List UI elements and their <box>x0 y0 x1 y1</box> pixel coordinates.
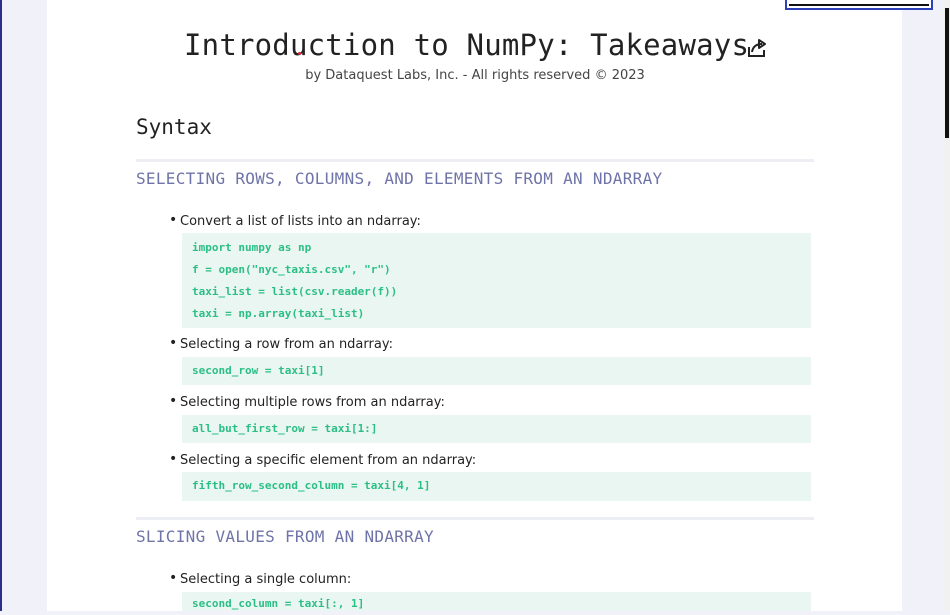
code-line: second_row = taxi[1] <box>192 364 325 377</box>
bullet-marker: • <box>169 212 178 228</box>
list-item-text: Selecting a specific element from an nda… <box>180 453 477 468</box>
bullet-marker: • <box>169 335 178 351</box>
code-line: second_column = taxi[:, 1] <box>192 597 365 610</box>
code-block: fifth_row_second_column = taxi[4, 1] <box>182 472 811 501</box>
syntax-heading: Syntax <box>136 115 212 139</box>
section-divider <box>136 159 814 162</box>
code-block: second_row = taxi[1] <box>182 357 811 385</box>
code-line: fifth_row_second_column = taxi[4, 1] <box>192 479 431 492</box>
list-item-text: Selecting multiple rows from an ndarray: <box>180 395 445 410</box>
bullet-marker: • <box>169 451 178 467</box>
bullet-marker: • <box>169 393 178 409</box>
code-block: all_but_first_row = taxi[1:] <box>182 415 811 443</box>
bullet-marker: • <box>169 570 178 586</box>
code-line: taxi = np.array(taxi_list) <box>192 307 365 320</box>
code-line: import numpy as np <box>192 241 312 254</box>
list-item-text: Selecting a single column: <box>180 572 352 587</box>
code-block: second_column = taxi[:, 1] <box>182 592 811 611</box>
window-edge <box>0 0 2 611</box>
code-line: f = open("nyc_taxis.csv", "r") <box>192 263 391 276</box>
code-block: import numpy as np f = open("nyc_taxis.c… <box>182 233 811 328</box>
top-right-box[interactable] <box>785 0 933 10</box>
list-item-text: Convert a list of lists into an ndarray: <box>180 214 421 229</box>
cursor-dot <box>298 52 301 55</box>
section-heading: SELECTING ROWS, COLUMNS, AND ELEMENTS FR… <box>136 169 663 188</box>
page-title: Introduction to NumPy: Takeaways <box>184 28 750 62</box>
section-divider <box>136 517 814 520</box>
section-heading: SLICING VALUES FROM AN NDARRAY <box>136 527 434 546</box>
share-icon[interactable] <box>746 37 768 59</box>
list-item-text: Selecting a row from an ndarray: <box>180 337 393 352</box>
page-subtitle: by Dataquest Labs, Inc. - All rights res… <box>305 68 645 83</box>
code-line: all_but_first_row = taxi[1:] <box>192 422 378 435</box>
code-line: taxi_list = list(csv.reader(f)) <box>192 285 398 298</box>
